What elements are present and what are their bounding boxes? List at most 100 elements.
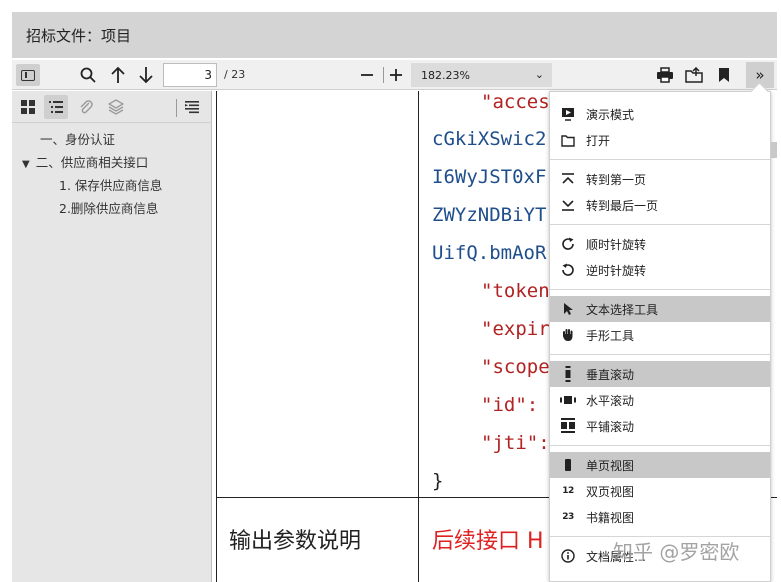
- sidebar-icon: [21, 69, 35, 81]
- print-button[interactable]: [653, 64, 677, 86]
- paperclip-icon: [80, 100, 93, 114]
- code-line: }: [432, 470, 444, 492]
- arrow-up-icon: [111, 66, 125, 83]
- tab-layers[interactable]: [104, 95, 128, 119]
- code-line: UifQ.bmAoR: [432, 242, 547, 264]
- sidebar-divider: [176, 99, 177, 117]
- menu-item-hand-tool[interactable]: 手形工具: [550, 322, 770, 348]
- table-border: [216, 91, 217, 582]
- menu-item-rotate-ccw[interactable]: 逆时针旋转: [550, 257, 770, 283]
- zoom-out-button[interactable]: [355, 64, 379, 86]
- dual-page-icon: 12: [562, 486, 574, 496]
- tab-outline[interactable]: [44, 95, 68, 119]
- open-file-icon: [550, 133, 586, 147]
- menu-item-label: 文本选择工具: [586, 302, 659, 317]
- output-params-value: 后续接口 H: [432, 529, 544, 554]
- code-line: "token: [481, 280, 550, 302]
- rotate-ccw-icon: [550, 263, 586, 277]
- menu-separator: [550, 354, 770, 355]
- menu-item-dual-page-view[interactable]: 12 双页视图: [550, 478, 770, 504]
- menu-item-label: 逆时针旋转: [586, 263, 647, 278]
- wrapped-scroll-icon: [550, 418, 586, 434]
- menu-item-text-select-tool[interactable]: 文本选择工具: [550, 296, 770, 322]
- code-line: "expir: [481, 318, 550, 340]
- menu-item-label: 水平滚动: [586, 393, 635, 408]
- zoom-in-button[interactable]: [384, 64, 408, 86]
- bookmark-icon: [719, 68, 729, 82]
- outline-item-label: 2.删除供应商信息: [59, 201, 159, 216]
- outline-item-label: 1. 保存供应商信息: [59, 178, 163, 193]
- plus-icon: [390, 69, 402, 81]
- outline-item-label: 二、供应商相关接口: [35, 155, 149, 170]
- output-params-label: 输出参数说明: [229, 529, 362, 554]
- outline-item-label: 一、身份认证: [40, 132, 116, 147]
- menu-item-vertical-scroll[interactable]: 垂直滚动: [550, 361, 770, 387]
- last-page-icon: [550, 198, 586, 212]
- menu-separator: [550, 445, 770, 446]
- book-view-icon: 23: [562, 512, 574, 522]
- open-file-button[interactable]: [682, 64, 706, 86]
- expand-triangle-icon[interactable]: ▼: [22, 159, 30, 170]
- open-file-icon: [685, 67, 703, 83]
- current-outline-icon: [185, 101, 199, 114]
- menu-item-label: 转到第一页: [586, 172, 647, 187]
- scrollbar-thumb[interactable]: [771, 142, 777, 158]
- double-chevron-right-icon: »: [755, 66, 765, 84]
- menu-separator: [550, 289, 770, 290]
- menu-item-label: 垂直滚动: [586, 367, 635, 382]
- title-bar: 招标文件：项目: [12, 12, 777, 58]
- rotate-cw-icon: [550, 237, 586, 251]
- watermark: 知乎 @罗密欧: [613, 540, 740, 564]
- outline-icon: [49, 101, 63, 113]
- zoom-select[interactable]: 182.23% ⌄: [411, 63, 552, 87]
- presentation-icon: [550, 107, 586, 121]
- zoom-level: 182.23%: [421, 68, 470, 82]
- hand-icon: [550, 328, 586, 342]
- menu-item-book-view[interactable]: 23 书籍视图: [550, 504, 770, 530]
- code-line: ZWYzNDBiYT: [432, 204, 547, 226]
- menu-separator: [550, 224, 770, 225]
- tab-attachments[interactable]: [74, 95, 98, 119]
- search-icon: [80, 67, 96, 83]
- tab-thumbnails[interactable]: [16, 95, 40, 119]
- toggle-sidebar-button[interactable]: [16, 64, 40, 86]
- outline-item[interactable]: 1. 保存供应商信息: [59, 175, 162, 194]
- first-page-icon: [550, 172, 586, 186]
- menu-item-label: 单页视图: [586, 458, 635, 473]
- bookmark-button[interactable]: [712, 64, 736, 86]
- arrow-down-icon: [139, 67, 153, 84]
- menu-item-rotate-cw[interactable]: 顺时针旋转: [550, 231, 770, 257]
- table-border: [418, 91, 419, 582]
- code-line: cGkiXSwic2: [432, 128, 547, 150]
- menu-separator: [550, 159, 770, 160]
- minus-icon: [361, 74, 373, 76]
- page-count: / 23: [224, 68, 246, 81]
- menu-item-single-page-view[interactable]: 单页视图: [550, 452, 770, 478]
- cursor-icon: [550, 302, 586, 316]
- find-button[interactable]: [76, 64, 100, 86]
- code-line: "scope: [481, 356, 550, 378]
- menu-item-first-page[interactable]: 转到第一页: [550, 166, 770, 192]
- menu-item-wrapped-scroll[interactable]: 平铺滚动: [550, 413, 770, 439]
- outline-item[interactable]: ▼ 二、供应商相关接口: [22, 152, 148, 171]
- previous-page-button[interactable]: [106, 64, 130, 86]
- menu-item-label: 演示模式: [586, 107, 635, 122]
- outline-item[interactable]: 2.删除供应商信息: [59, 198, 158, 217]
- code-line: "id":: [481, 394, 539, 416]
- horizontal-scroll-icon: [550, 395, 586, 405]
- vertical-scroll-icon: [550, 366, 586, 382]
- info-icon: [550, 549, 586, 563]
- print-icon: [657, 67, 673, 83]
- menu-item-label: 平铺滚动: [586, 419, 635, 434]
- menu-item-last-page[interactable]: 转到最后一页: [550, 192, 770, 218]
- menu-item-presentation-mode[interactable]: 演示模式: [550, 101, 770, 127]
- menu-item-horizontal-scroll[interactable]: 水平滚动: [550, 387, 770, 413]
- menu-item-label: 手形工具: [586, 328, 635, 343]
- next-page-button[interactable]: [134, 64, 158, 86]
- page-number-input[interactable]: [163, 63, 217, 87]
- outline-item[interactable]: 一、身份认证: [40, 129, 115, 148]
- menu-item-label: 顺时针旋转: [586, 237, 647, 252]
- menu-item-label: 双页视图: [586, 484, 635, 499]
- current-outline-item-button[interactable]: [180, 95, 204, 119]
- menu-item-open[interactable]: 打开: [550, 127, 770, 153]
